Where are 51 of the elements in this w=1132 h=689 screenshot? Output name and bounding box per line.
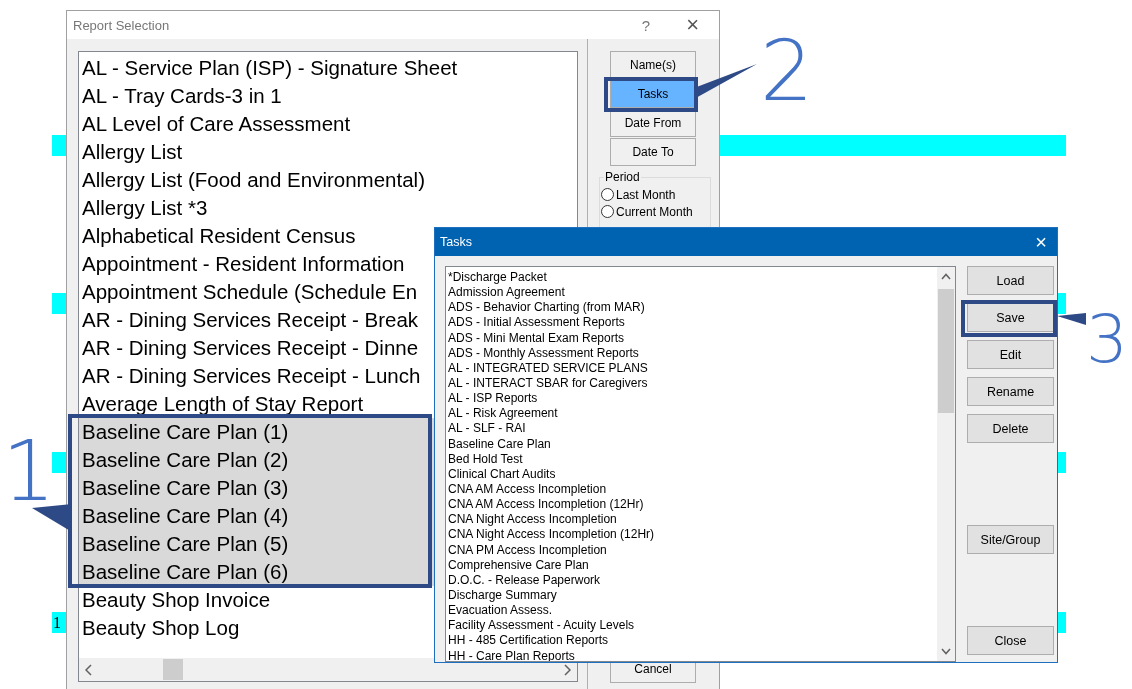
scroll-up-icon[interactable] (941, 273, 951, 280)
scroll-down-icon[interactable] (941, 648, 951, 655)
window-title: Report Selection (73, 17, 171, 33)
radio-option[interactable]: Last Month (601, 186, 710, 203)
radio-button[interactable] (601, 205, 614, 218)
report-item[interactable]: AL - Service Plan (ISP) - Signature Sheet (79, 54, 577, 82)
scroll-thumb[interactable] (938, 289, 954, 413)
report-item[interactable]: Allergy List (Food and Environmental) (79, 166, 577, 194)
callout-pointer (1057, 313, 1086, 325)
task-item[interactable]: ADS - Monthly Assessment Reports (446, 345, 937, 361)
task-item[interactable]: ADS - Initial Assessment Reports (446, 315, 937, 331)
dialog-button[interactable]: Edit (967, 340, 1054, 369)
radio-button[interactable] (601, 188, 614, 201)
dialog-button[interactable]: Close (967, 626, 1054, 655)
report-option-button[interactable]: Tasks (610, 80, 696, 108)
task-item[interactable]: AL - INTERACT SBAR for Caregivers (446, 376, 937, 392)
task-item[interactable]: ADS - Behavior Charting (from MAR) (446, 300, 937, 316)
scroll-right-icon[interactable] (563, 663, 571, 676)
report-item[interactable]: Allergy List (79, 138, 577, 166)
group-title: Period (604, 170, 641, 184)
task-item[interactable]: ADS - Mini Mental Exam Reports (446, 330, 937, 346)
close-button[interactable]: × (1035, 230, 1047, 254)
scroll-left-icon[interactable] (85, 663, 93, 676)
task-item[interactable]: *Discharge Packet (446, 270, 937, 286)
vertical-scrollbar[interactable] (937, 267, 955, 661)
dialog-title: Tasks (440, 235, 473, 249)
scroll-thumb[interactable] (163, 659, 183, 680)
task-item[interactable]: HH - 485 Certification Reports (446, 633, 937, 649)
radio-option[interactable]: Current Month (601, 203, 710, 220)
task-item[interactable]: Evacuation Assess. (446, 603, 937, 619)
report-option-button[interactable]: Name(s) (610, 51, 696, 79)
task-item[interactable]: Admission Agreement (446, 285, 937, 301)
close-button[interactable]: × (686, 12, 699, 38)
dialog-button[interactable]: Site/Group (967, 525, 1054, 554)
report-item[interactable]: Allergy List *3 (79, 194, 577, 222)
dialog-button[interactable]: Delete (967, 414, 1054, 443)
help-button[interactable]: ? (641, 16, 651, 34)
report-option-button[interactable]: Date To (610, 138, 696, 166)
task-item[interactable]: Discharge Summary (446, 587, 937, 604)
report-item[interactable]: AL - Tray Cards-3 in 1 (79, 82, 577, 110)
dialog-button[interactable]: Save (967, 303, 1054, 332)
cell-text: 1 (52, 614, 61, 631)
task-item[interactable]: AL - ISP Reports (446, 391, 937, 407)
dialog-button[interactable]: Load (967, 266, 1054, 295)
callout-number: 3 (1086, 301, 1128, 378)
callout-number: 1 (2, 422, 56, 520)
dialog-button[interactable]: Rename (967, 377, 1054, 406)
report-item[interactable]: AL Level of Care Assessment (79, 110, 577, 138)
task-item[interactable]: AL - INTEGRATED SERVICE PLANS (446, 360, 937, 376)
task-item[interactable]: Facility Assessment - Acuity Levels (446, 618, 937, 634)
callout-number: 2 (760, 22, 814, 120)
